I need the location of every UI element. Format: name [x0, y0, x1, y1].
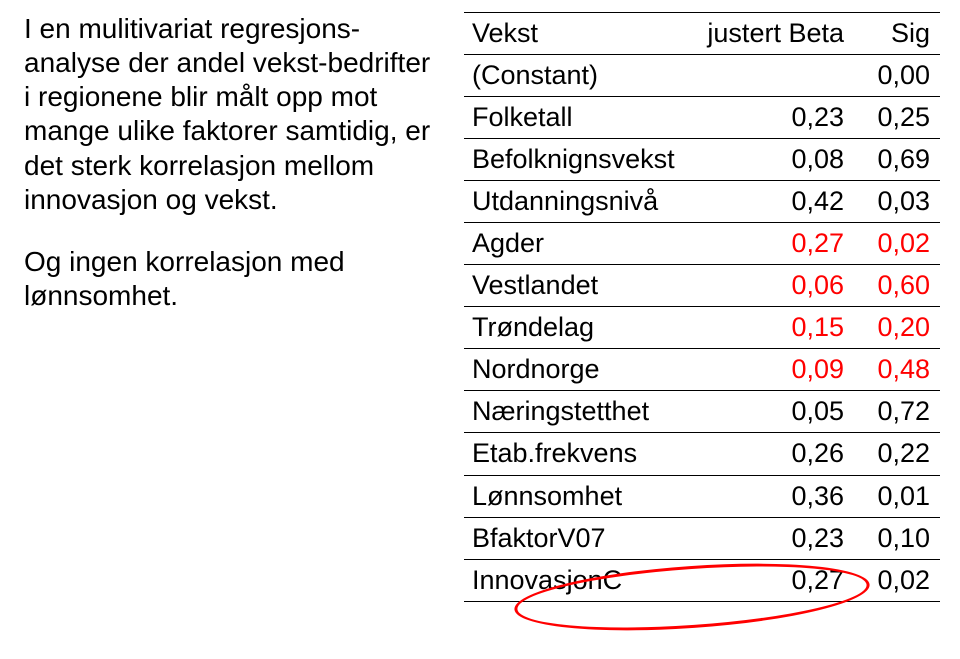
- table-row: Næringstetthet0,050,72: [464, 391, 940, 433]
- table-row: Trøndelag0,150,20: [464, 307, 940, 349]
- cell-variable: Trøndelag: [464, 307, 694, 349]
- cell-beta: 0,15: [694, 307, 854, 349]
- table-row: Nordnorge0,090,48: [464, 349, 940, 391]
- cell-variable: Næringstetthet: [464, 391, 694, 433]
- cell-sig: 0,25: [854, 97, 940, 139]
- header-variable: Vekst: [464, 13, 694, 55]
- cell-sig: 0,69: [854, 139, 940, 181]
- cell-variable: Vestlandet: [464, 265, 694, 307]
- cell-beta: 0,23: [694, 517, 854, 559]
- table-row: Etab.frekvens0,260,22: [464, 433, 940, 475]
- cell-sig: 0,02: [854, 223, 940, 265]
- cell-beta: 0,36: [694, 475, 854, 517]
- table-row: Befolknignsvekst0,080,69: [464, 139, 940, 181]
- header-beta: justert Beta: [694, 13, 854, 55]
- cell-variable: (Constant): [464, 55, 694, 97]
- header-sig: Sig: [854, 13, 940, 55]
- cell-variable: Folketall: [464, 97, 694, 139]
- table-row: Lønnsomhet0,360,01: [464, 475, 940, 517]
- cell-sig: 0,02: [854, 559, 940, 601]
- cell-beta: 0,05: [694, 391, 854, 433]
- cell-beta: [694, 55, 854, 97]
- cell-sig: 0,22: [854, 433, 940, 475]
- cell-variable: BfaktorV07: [464, 517, 694, 559]
- table-row: Folketall0,230,25: [464, 97, 940, 139]
- table-row: (Constant) 0,00: [464, 55, 940, 97]
- cell-variable: Nordnorge: [464, 349, 694, 391]
- cell-beta: 0,23: [694, 97, 854, 139]
- cell-sig: 0,00: [854, 55, 940, 97]
- body-text: I en mulitivariat regresjons-analyse der…: [24, 12, 464, 602]
- regression-table: Vekst justert Beta Sig (Constant)0,00Fol…: [464, 12, 940, 602]
- table-row: Vestlandet0,060,60: [464, 265, 940, 307]
- table-header-row: Vekst justert Beta Sig: [464, 13, 940, 55]
- table-row: Utdanningsnivå0,420,03: [464, 181, 940, 223]
- cell-variable: Agder: [464, 223, 694, 265]
- cell-sig: 0,60: [854, 265, 940, 307]
- cell-variable: InnovasjonC: [464, 559, 694, 601]
- cell-beta: 0,27: [694, 223, 854, 265]
- table-row: InnovasjonC0,270,02: [464, 559, 940, 601]
- cell-sig: 0,01: [854, 475, 940, 517]
- cell-sig: 0,48: [854, 349, 940, 391]
- cell-variable: Etab.frekvens: [464, 433, 694, 475]
- cell-beta: 0,06: [694, 265, 854, 307]
- cell-beta: 0,42: [694, 181, 854, 223]
- cell-sig: 0,72: [854, 391, 940, 433]
- cell-sig: 0,03: [854, 181, 940, 223]
- cell-sig: 0,10: [854, 517, 940, 559]
- cell-variable: Lønnsomhet: [464, 475, 694, 517]
- paragraph-1: I en mulitivariat regresjons-analyse der…: [24, 12, 444, 217]
- cell-beta: 0,09: [694, 349, 854, 391]
- cell-sig: 0,20: [854, 307, 940, 349]
- cell-variable: Utdanningsnivå: [464, 181, 694, 223]
- cell-beta: 0,08: [694, 139, 854, 181]
- cell-variable: Befolknignsvekst: [464, 139, 694, 181]
- cell-beta: 0,27: [694, 559, 854, 601]
- table-row: BfaktorV070,230,10: [464, 517, 940, 559]
- paragraph-2: Og ingen korrelasjon med lønnsomhet.: [24, 245, 444, 313]
- table-row: Agder0,270,02: [464, 223, 940, 265]
- cell-beta: 0,26: [694, 433, 854, 475]
